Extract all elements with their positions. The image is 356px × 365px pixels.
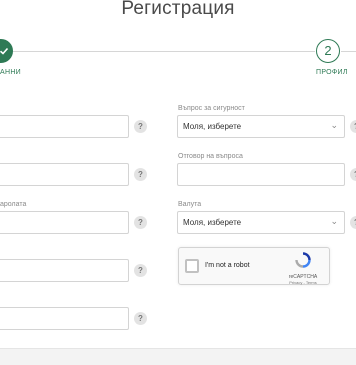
help-icon[interactable]: ? (134, 312, 147, 325)
page-title: Регистрация (121, 0, 235, 19)
currency-value: Моля, изберете (183, 218, 242, 227)
currency-select[interactable]: Моля, изберете ⌄ (177, 211, 345, 234)
step-2-circle[interactable]: 2 (316, 39, 340, 63)
help-icon[interactable]: ? (134, 264, 147, 277)
help-icon[interactable]: ? (350, 120, 356, 133)
step-2-label: ПРОФИЛ (316, 69, 348, 76)
input-field-2[interactable] (0, 163, 129, 186)
help-icon[interactable]: ? (350, 216, 356, 229)
check-icon (0, 47, 9, 55)
recaptcha-label: I'm not a robot (205, 262, 250, 269)
help-icon[interactable]: ? (350, 168, 356, 181)
recaptcha-links[interactable]: Privacy - Terms (283, 280, 323, 285)
step-1-circle[interactable] (0, 39, 13, 63)
input-field-1[interactable] (0, 115, 129, 138)
bottom-bar (0, 348, 356, 365)
input-field-5[interactable] (0, 307, 129, 330)
answer-label: Отговор на въпроса (178, 153, 243, 160)
help-icon[interactable]: ? (134, 120, 147, 133)
help-icon[interactable]: ? (134, 168, 147, 181)
chevron-down-icon: ⌄ (330, 216, 338, 226)
recaptcha-widget: I'm not a robot reCAPTCHA Privacy - Term… (178, 247, 330, 285)
password-confirm-field[interactable] (0, 211, 129, 234)
security-question-value: Моля, изберете (183, 122, 242, 131)
step-line-right (341, 51, 356, 52)
step-line (12, 51, 315, 52)
answer-input[interactable] (177, 163, 345, 186)
help-icon[interactable]: ? (134, 216, 147, 229)
recaptcha-logo: reCAPTCHA Privacy - Terms (283, 252, 323, 285)
input-field-4[interactable] (0, 259, 129, 282)
security-question-select[interactable]: Моля, изберете ⌄ (177, 115, 345, 138)
password-confirm-label: аролата (0, 201, 27, 208)
recaptcha-checkbox[interactable] (185, 259, 199, 273)
step-1-label: АННИ (0, 69, 22, 76)
recaptcha-icon (295, 252, 311, 268)
security-question-label: Въпрос за сигурност (178, 105, 245, 112)
chevron-down-icon: ⌄ (330, 120, 338, 130)
currency-label: Валута (178, 201, 202, 208)
